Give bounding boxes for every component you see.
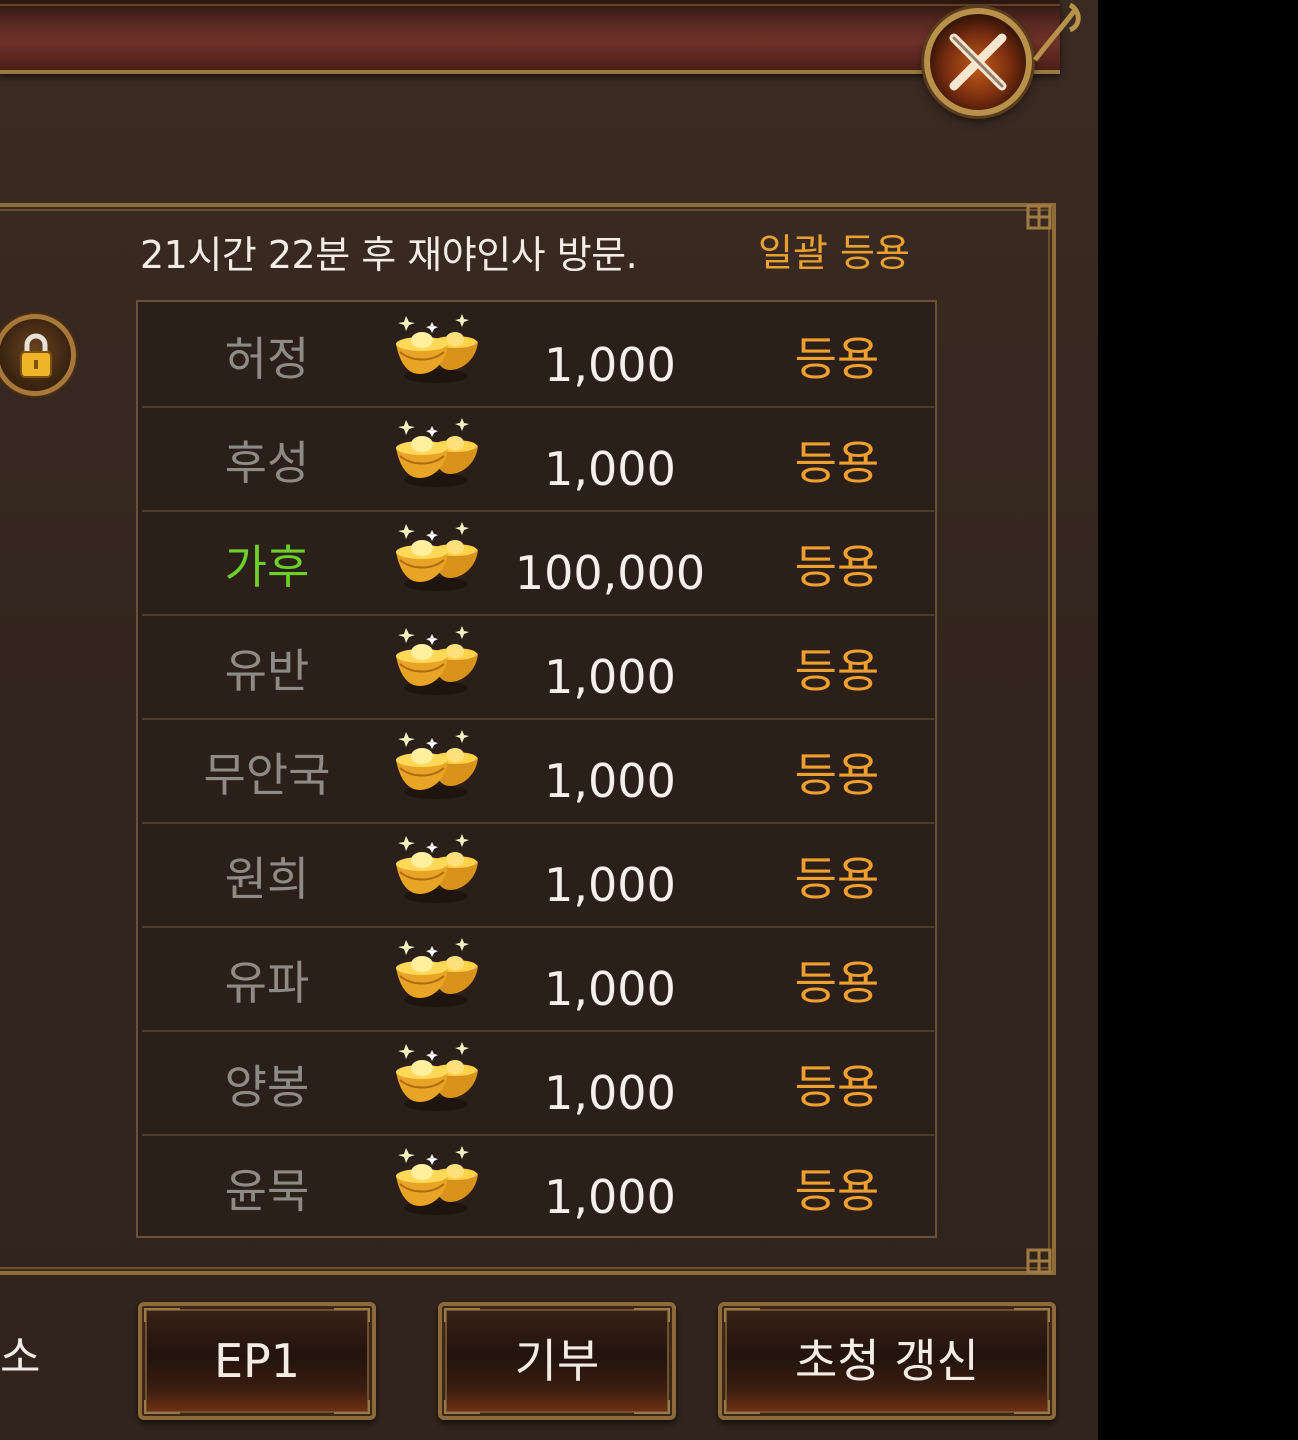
invite-refresh-button[interactable]: 초청 갱신 — [718, 1302, 1056, 1420]
cost-amount: 1,000 — [544, 1066, 676, 1120]
general-name: 가후 — [224, 540, 310, 594]
register-button[interactable]: 등용 — [752, 844, 922, 914]
register-button[interactable]: 등용 — [752, 1156, 922, 1226]
cost-amount: 1,000 — [544, 650, 676, 704]
corner-ornament-icon — [1026, 204, 1052, 230]
cost-amount: 1,000 — [544, 1170, 676, 1224]
general-name: 윤묵 — [224, 1164, 310, 1218]
general-name: 유반 — [224, 644, 310, 698]
button-ornament — [334, 1308, 370, 1322]
cost-amount: 100,000 — [514, 546, 706, 600]
gold-ingot-icon — [392, 932, 482, 1010]
recruit-panel: 21시간 22분 후 재야인사 방문. 일괄 등용 허정 1,000 등용 후성 1,0… — [0, 0, 1098, 1440]
cost-amount: 1,000 — [544, 858, 676, 912]
button-ornament — [1014, 1308, 1050, 1322]
button-ornament — [444, 1308, 480, 1322]
cost-amount: 1,000 — [544, 442, 676, 496]
button-ornament — [724, 1308, 760, 1322]
corner-ornament-icon — [1026, 1248, 1052, 1274]
table-row: 허정 1,000 등용 — [142, 306, 934, 408]
table-row: 후성 1,000 등용 — [142, 410, 934, 512]
gold-ingot-icon — [392, 828, 482, 906]
table-row: 윤묵 1,000 등용 — [142, 1138, 934, 1240]
button-ornament — [634, 1400, 670, 1414]
button-ornament — [144, 1400, 180, 1414]
general-name: 양봉 — [224, 1060, 310, 1114]
register-button[interactable]: 등용 — [752, 1052, 922, 1122]
gold-ingot-icon — [392, 1140, 482, 1218]
general-name: 무안국 — [203, 748, 331, 802]
table-row: 무안국 1,000 등용 — [142, 722, 934, 824]
visit-timer-text: 21시간 22분 후 재야인사 방문. — [140, 233, 638, 277]
close-button[interactable] — [924, 8, 1032, 116]
register-button[interactable]: 등용 — [752, 428, 922, 498]
partial-button-label[interactable]: 소 — [0, 1326, 40, 1390]
register-button[interactable]: 등용 — [752, 532, 922, 602]
title-bar-trim — [0, 4, 1060, 6]
register-button[interactable]: 등용 — [752, 948, 922, 1018]
recruit-table: 허정 1,000 등용 후성 1,000 등용 가후 100,000 등용 유반 1,000 등용 무안… — [136, 300, 937, 1238]
cost-amount: 1,000 — [544, 338, 676, 392]
invite-refresh-button-label: 초청 갱신 — [795, 1334, 979, 1388]
close-x-icon — [949, 33, 1007, 91]
button-ornament — [724, 1400, 760, 1414]
gold-ingot-icon — [392, 412, 482, 490]
table-row: 유반 1,000 등용 — [142, 618, 934, 720]
gold-ingot-icon — [392, 1036, 482, 1114]
title-bar — [0, 0, 1060, 74]
register-button[interactable]: 등용 — [752, 324, 922, 394]
button-ornament — [444, 1400, 480, 1414]
button-ornament — [634, 1308, 670, 1322]
gold-ingot-icon — [392, 516, 482, 594]
table-row: 양봉 1,000 등용 — [142, 1034, 934, 1136]
general-name: 원희 — [224, 852, 310, 906]
register-button[interactable]: 등용 — [752, 636, 922, 706]
button-ornament — [1014, 1400, 1050, 1414]
gold-ingot-icon — [392, 724, 482, 802]
table-row: 유파 1,000 등용 — [142, 930, 934, 1032]
donate-button[interactable]: 기부 — [438, 1302, 676, 1420]
general-name: 후성 — [224, 436, 310, 490]
donate-button-label: 기부 — [514, 1334, 600, 1388]
table-row: 원희 1,000 등용 — [142, 826, 934, 928]
cost-amount: 1,000 — [544, 754, 676, 808]
cost-amount: 1,000 — [544, 962, 676, 1016]
gold-ingot-icon — [392, 620, 482, 698]
table-row: 가후 100,000 등용 — [142, 514, 934, 616]
general-name: 유파 — [224, 956, 310, 1010]
bulk-register-button[interactable]: 일괄 등용 — [758, 228, 910, 278]
button-ornament — [144, 1308, 180, 1322]
ep1-button-label: EP1 — [213, 1334, 301, 1388]
button-ornament — [334, 1400, 370, 1414]
gold-ingot-icon — [392, 308, 482, 386]
ornament-icon — [1033, 2, 1081, 62]
general-name: 허정 — [224, 332, 310, 386]
register-button[interactable]: 등용 — [752, 740, 922, 810]
ep1-button[interactable]: EP1 — [138, 1302, 376, 1420]
